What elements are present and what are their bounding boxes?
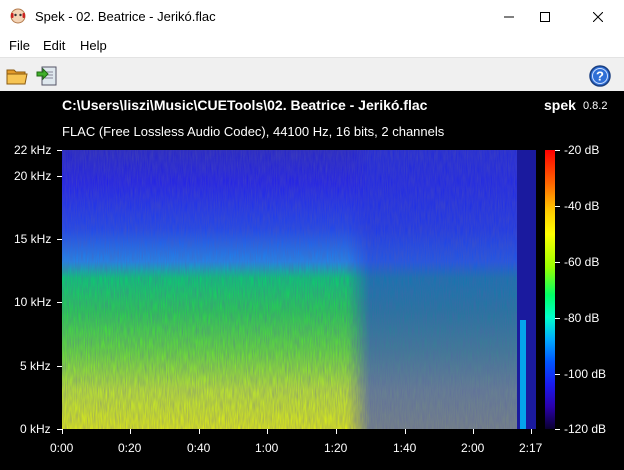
freq-label-20: 20 kHz bbox=[14, 169, 52, 183]
freq-label-0: 0 kHz bbox=[20, 422, 51, 436]
time-tick bbox=[531, 429, 532, 434]
freq-tick bbox=[57, 150, 62, 151]
close-button[interactable] bbox=[575, 0, 621, 33]
db-label-60: -60 dB bbox=[564, 255, 600, 269]
db-tick bbox=[555, 429, 560, 430]
maximize-icon bbox=[540, 11, 550, 22]
db-label-80: -80 dB bbox=[564, 311, 600, 325]
spek-app-icon bbox=[10, 8, 26, 24]
menu-bar: File Edit Help bbox=[0, 33, 624, 57]
freq-tick bbox=[57, 239, 62, 240]
time-label-1-20: 1:20 bbox=[324, 441, 348, 455]
time-label-1-00: 1:00 bbox=[255, 441, 279, 455]
db-tick bbox=[555, 262, 560, 263]
title-bar: Spek - 02. Beatrice - Jerikó.flac bbox=[0, 0, 624, 33]
menu-file[interactable]: File bbox=[9, 38, 30, 53]
close-icon bbox=[593, 11, 603, 22]
spectrogram-svg bbox=[62, 150, 536, 429]
file-path-heading: C:\Users\liszi\Music\CUETools\02. Beatri… bbox=[62, 97, 428, 113]
db-label-120: -120 dB bbox=[564, 422, 607, 436]
freq-label-22: 22 kHz bbox=[14, 143, 52, 157]
help-icon[interactable]: ? bbox=[588, 64, 612, 88]
freq-label-15: 15 kHz bbox=[14, 232, 52, 246]
db-tick bbox=[555, 374, 560, 375]
menu-edit[interactable]: Edit bbox=[43, 38, 65, 53]
db-color-scale bbox=[545, 150, 555, 429]
save-icon[interactable] bbox=[36, 64, 60, 88]
time-label-2-17: 2:17 bbox=[519, 441, 543, 455]
time-label-0-40: 0:40 bbox=[187, 441, 211, 455]
app-name-label: spek bbox=[544, 97, 576, 113]
minimize-icon bbox=[504, 16, 514, 17]
svg-text:?: ? bbox=[596, 69, 604, 84]
time-tick bbox=[405, 429, 406, 434]
db-tick bbox=[555, 318, 560, 319]
db-tick bbox=[555, 206, 560, 207]
time-tick bbox=[130, 429, 131, 434]
time-label-0-20: 0:20 bbox=[118, 441, 142, 455]
time-label-1-40: 1:40 bbox=[393, 441, 417, 455]
time-tick bbox=[336, 429, 337, 434]
spectrogram-canvas: C:\Users\liszi\Music\CUETools\02. Beatri… bbox=[0, 91, 624, 470]
app-version-label: 0.8.2 bbox=[583, 100, 608, 112]
time-tick bbox=[62, 429, 63, 434]
db-label-40: -40 dB bbox=[564, 199, 600, 213]
time-tick bbox=[199, 429, 200, 434]
db-label-100: -100 dB bbox=[564, 367, 607, 381]
toolbar: ? bbox=[0, 57, 624, 92]
freq-label-10: 10 kHz bbox=[14, 295, 52, 309]
freq-label-5: 5 kHz bbox=[20, 359, 51, 373]
folder-open-icon[interactable] bbox=[5, 64, 29, 88]
freq-tick bbox=[57, 366, 62, 367]
file-info-text: FLAC (Free Lossless Audio Codec), 44100 … bbox=[62, 124, 445, 139]
spectrogram-image bbox=[62, 150, 536, 429]
freq-tick bbox=[57, 302, 62, 303]
time-label-0-00: 0:00 bbox=[50, 441, 74, 455]
freq-tick bbox=[57, 176, 62, 177]
db-tick bbox=[555, 150, 560, 151]
db-label-20: -20 dB bbox=[564, 143, 600, 157]
window-title: Spek - 02. Beatrice - Jerikó.flac bbox=[35, 9, 216, 24]
time-tick bbox=[473, 429, 474, 434]
time-label-2-00: 2:00 bbox=[461, 441, 485, 455]
menu-help[interactable]: Help bbox=[80, 38, 107, 53]
time-tick bbox=[267, 429, 268, 434]
maximize-button[interactable] bbox=[522, 0, 568, 33]
